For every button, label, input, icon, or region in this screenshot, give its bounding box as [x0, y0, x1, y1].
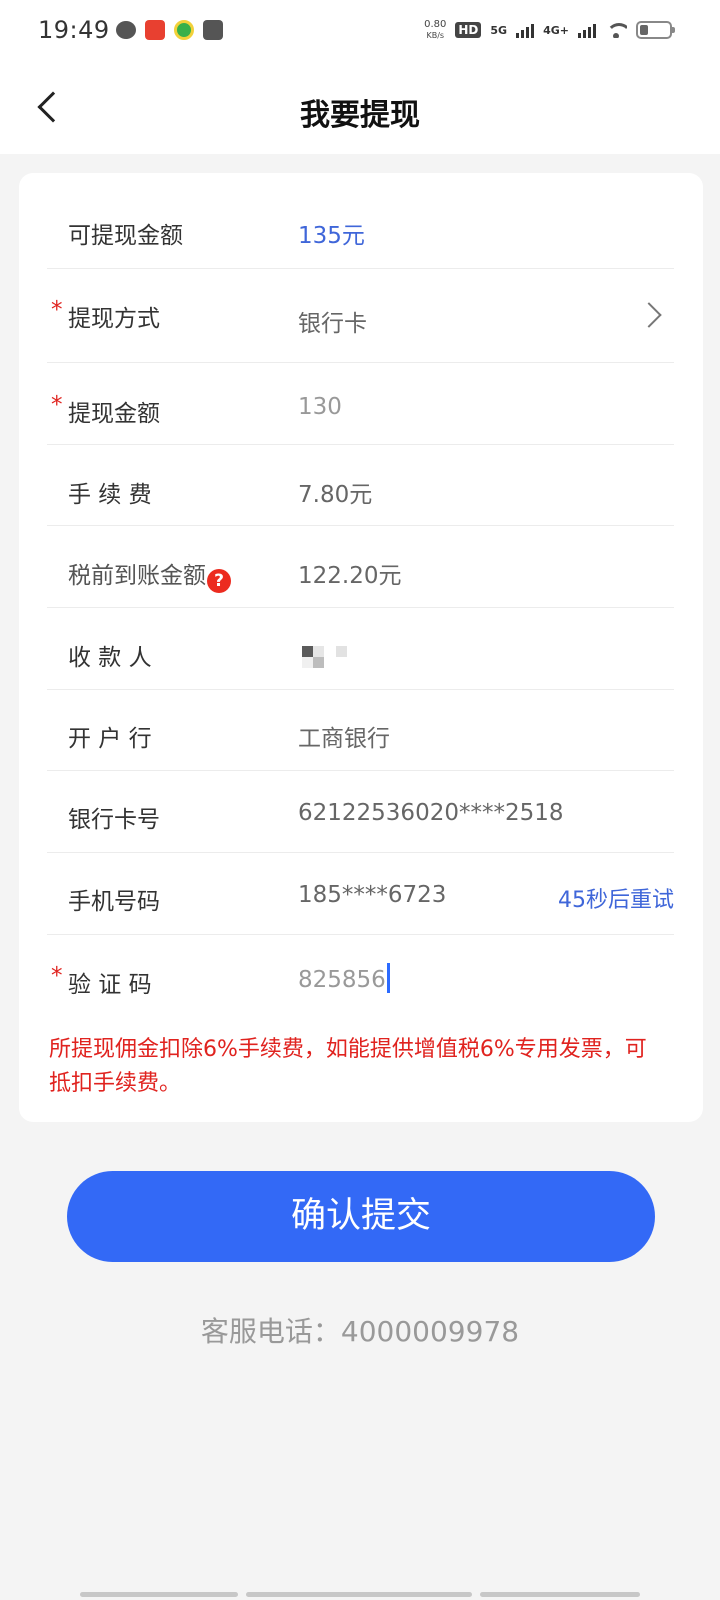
withdraw-amount-row: * 提现金额 130	[47, 363, 674, 445]
withdraw-method-label: 提现方式	[68, 306, 160, 332]
nav-indicator	[80, 1592, 238, 1597]
fee-notice: 所提现佣金扣除6%手续费，如能提供增值税6%专用发票，可抵扣手续费。	[49, 1037, 647, 1096]
available-amount-value: 135元	[298, 223, 365, 249]
chevron-right-icon	[636, 302, 662, 328]
service-phone[interactable]: 客服电话：4000009978	[0, 1310, 720, 1350]
card-number-value: 62122536020****2518	[298, 800, 564, 826]
confirm-submit-button[interactable]: 确认提交	[67, 1171, 655, 1262]
nav-bar: 我要提现	[0, 66, 720, 154]
phone-label: 手机号码	[68, 889, 160, 915]
status-indicators: 0.80 KB/s HD 5G 4G+	[424, 19, 675, 41]
help-icon[interactable]: ?	[207, 569, 231, 593]
card-number-row: 银行卡号 62122536020****2518	[47, 771, 674, 853]
pretax-amount-label: 税前到账金额?	[68, 556, 231, 593]
phone-row: 手机号码 185****6723 45秒后重试	[47, 853, 674, 935]
withdraw-method-row[interactable]: * 提现方式 银行卡	[47, 269, 674, 363]
available-amount-row: 可提现金额 135元	[47, 173, 674, 269]
status-time: 19:49	[38, 16, 110, 44]
withdraw-amount-input[interactable]: 130	[298, 394, 342, 420]
page-title: 我要提现	[300, 98, 420, 133]
notification-icons	[116, 20, 223, 40]
pretax-amount-label-text: 税前到账金额	[68, 563, 206, 589]
verification-code-label: 验 证 码	[68, 972, 152, 998]
pretax-amount-value: 122.20元	[298, 563, 402, 589]
network-speed-unit: KB/s	[426, 31, 445, 40]
nav-indicator	[480, 1592, 640, 1597]
network-speed: 0.80 KB/s	[424, 19, 446, 41]
signal-5g-label: 5G	[490, 23, 508, 37]
required-mark: *	[51, 963, 63, 989]
payee-label: 收 款 人	[68, 645, 152, 671]
verification-code-row: * 验 证 码 825856	[47, 935, 674, 1010]
bank-row: 开 户 行 工商银行	[47, 690, 674, 771]
fee-label: 手 续 费	[68, 482, 152, 508]
card-number-label: 银行卡号	[68, 807, 160, 833]
signal-4g-label: 4G+	[543, 23, 569, 37]
withdraw-form-card: 可提现金额 135元 * 提现方式 银行卡 * 提现金额 130 手 续 费 7…	[19, 173, 703, 1122]
signal-strength-icon	[516, 22, 535, 38]
resend-code-button[interactable]: 45秒后重试	[558, 882, 674, 914]
red-app-icon	[145, 20, 165, 40]
payee-row: 收 款 人	[47, 608, 674, 690]
verification-code-text: 825856	[298, 967, 386, 993]
withdraw-method-value: 银行卡	[298, 311, 367, 337]
available-amount-label: 可提现金额	[68, 223, 183, 249]
calendar-icon	[203, 20, 223, 40]
pretax-amount-row: 税前到账金额? 122.20元	[47, 526, 674, 608]
text-cursor	[386, 963, 390, 993]
phone-value: 185****6723	[298, 882, 447, 908]
status-bar: 19:49 0.80 KB/s HD 5G 4G+	[0, 0, 720, 66]
fee-value: 7.80元	[298, 482, 373, 508]
nav-indicator	[246, 1592, 472, 1597]
verification-code-input[interactable]: 825856	[298, 963, 390, 993]
fee-row: 手 续 费 7.80元	[47, 445, 674, 526]
battery-icon	[636, 21, 675, 39]
required-mark: *	[51, 392, 63, 418]
bank-value: 工商银行	[298, 726, 390, 752]
hd-voice-icon: HD	[455, 22, 482, 38]
bank-label: 开 户 行	[68, 726, 152, 752]
green-app-icon	[174, 20, 194, 40]
required-mark: *	[51, 297, 63, 323]
chat-bubble-icon	[116, 21, 136, 39]
withdraw-amount-label: 提现金额	[68, 401, 160, 427]
network-speed-value: 0.80	[424, 19, 447, 30]
wifi-icon	[605, 22, 627, 38]
signal-strength-icon	[578, 22, 596, 38]
